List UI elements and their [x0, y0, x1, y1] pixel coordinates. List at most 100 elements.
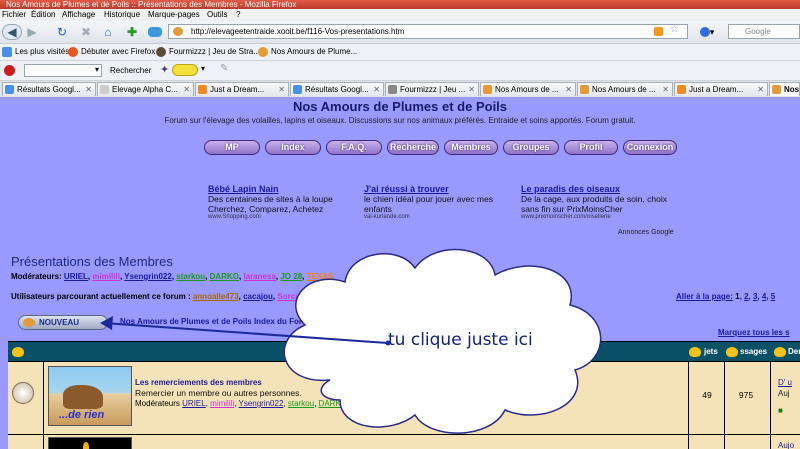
- new-topic-button[interactable]: NOUVEAU: [18, 315, 108, 330]
- ad-url[interactable]: val-kurlande.com: [364, 214, 514, 220]
- tab-google-results-1[interactable]: Résultats Googl... ✕: [2, 82, 96, 96]
- member-link[interactable]: JO 28: [280, 272, 302, 281]
- member-link[interactable]: laranesa: [243, 272, 275, 281]
- nav-index-button[interactable]: Index: [265, 140, 321, 155]
- member-link[interactable]: Ysengrin022: [238, 399, 283, 408]
- page-link[interactable]: 3: [753, 292, 757, 301]
- mark-all-read-link[interactable]: Marquez tous les s: [718, 328, 790, 337]
- ad-block-3[interactable]: Le paradis des oiseaux De la cage, aux p…: [521, 184, 671, 220]
- member-link[interactable]: starkou: [176, 272, 205, 281]
- google-favicon-icon: [5, 85, 14, 94]
- member-link[interactable]: URIEL: [64, 272, 88, 281]
- member-link[interactable]: cacajou: [243, 292, 273, 301]
- bookmark-nos-amours[interactable]: Nos Amours de Plume...: [258, 44, 357, 60]
- member-link[interactable]: URIEL: [182, 399, 206, 408]
- member-link[interactable]: annoalle473: [193, 292, 239, 301]
- nav-profile-button[interactable]: Profil: [564, 140, 618, 155]
- tab-google-results-2[interactable]: Résultats Googl... ✕: [290, 82, 384, 96]
- nav-groups-button[interactable]: Groupes: [503, 140, 559, 155]
- nav-mp-button[interactable]: MP: [204, 140, 260, 155]
- sparkle-icon[interactable]: ✦: [160, 63, 169, 76]
- member-link[interactable]: Sorcière: [277, 292, 309, 301]
- page-link[interactable]: 4: [762, 292, 766, 301]
- page-link[interactable]: 5: [771, 292, 775, 301]
- close-icon[interactable]: ✕: [278, 83, 285, 96]
- close-icon[interactable]: ✕: [183, 83, 190, 96]
- star-icon[interactable]: ☆: [670, 24, 679, 35]
- forum-thumbnail: ...de rien: [48, 366, 132, 426]
- tab-elevage-alpha[interactable]: Elevage Alpha C... ✕: [97, 82, 194, 96]
- ad-title[interactable]: Le paradis des oiseaux: [521, 184, 671, 194]
- search-input[interactable]: Google: [728, 24, 800, 39]
- menu-view[interactable]: Affichage: [62, 9, 95, 21]
- member-link[interactable]: DARK: [319, 399, 341, 408]
- identity-button[interactable]: ▾: [692, 24, 722, 40]
- add-button[interactable]: ✚: [124, 24, 140, 40]
- menu-help[interactable]: ?: [236, 9, 240, 21]
- forum-section-title[interactable]: Présentations des Membres: [11, 254, 173, 269]
- page-link[interactable]: 1: [735, 292, 739, 301]
- ad-title[interactable]: J'ai réussi à trouver: [364, 184, 514, 194]
- member-link[interactable]: mimilili: [210, 399, 234, 408]
- menu-bookmarks[interactable]: Marque-pages: [148, 9, 200, 21]
- site-title[interactable]: Nos Amours de Plumes et de Poils: [0, 99, 800, 114]
- ad-url[interactable]: www.Shopping.com: [208, 214, 358, 220]
- back-button[interactable]: ◀: [2, 24, 22, 40]
- pencil-icon[interactable]: ✎: [220, 63, 228, 74]
- member-link[interactable]: starkou: [288, 399, 314, 408]
- ad-block-2[interactable]: J'ai réussi à trouver le chien idéal pou…: [364, 184, 514, 220]
- menu-edit[interactable]: Édition: [31, 9, 55, 21]
- member-link[interactable]: mimilili: [92, 272, 120, 281]
- rss-icon[interactable]: [654, 27, 663, 36]
- home-button[interactable]: ⌂: [100, 24, 116, 40]
- tab-nos-amours-active[interactable]: Nos: [769, 82, 800, 96]
- ad-block-1[interactable]: Bébé Lapin Nain Des centaines de sites à…: [208, 184, 358, 220]
- close-icon[interactable]: ✕: [565, 83, 572, 96]
- last-post[interactable]: D' u Auj ■: [778, 377, 792, 416]
- member-link[interactable]: Ysengrin022: [124, 272, 172, 281]
- member-link[interactable]: DARKO: [210, 272, 239, 281]
- menu-tools[interactable]: Outils: [207, 9, 227, 21]
- forum-name-link[interactable]: Les remerciements des membres: [135, 378, 262, 387]
- users-label: Utilisateurs parcourant actuellement ce …: [11, 292, 191, 301]
- last-post-arrow[interactable]: ■: [778, 405, 792, 416]
- nav-login-button[interactable]: Connexion: [623, 140, 677, 155]
- reload-button[interactable]: ↻: [54, 24, 70, 40]
- bookmark-getting-started[interactable]: Débuter avec Firefox: [68, 44, 155, 60]
- page-link[interactable]: 2: [744, 292, 748, 301]
- ads-by-google-label[interactable]: Annonces Google: [618, 229, 674, 236]
- ad-url[interactable]: www.prixmoinscher.com/oisellerie: [521, 214, 671, 220]
- nav-search-button[interactable]: Recherche: [387, 140, 439, 155]
- tab-nos-amours-2[interactable]: Nos Amours de ... ✕: [577, 82, 673, 96]
- breadcrumb[interactable]: Nos Amours de Plumes et de Poils Index d…: [120, 317, 324, 326]
- google-favicon-icon: [293, 85, 302, 94]
- chat-button[interactable]: [146, 24, 164, 40]
- tab-nos-amours-1[interactable]: Nos Amours de ... ✕: [480, 82, 576, 96]
- close-icon[interactable]: ✕: [757, 83, 764, 96]
- tab-fourmizzz[interactable]: Fourmizzz | Jeu ... ✕: [385, 82, 479, 96]
- nav-members-button[interactable]: Membres: [444, 140, 498, 155]
- close-icon[interactable]: ✕: [468, 83, 475, 96]
- menu-history[interactable]: Historique: [104, 9, 140, 21]
- menu-file[interactable]: Fichier: [2, 9, 26, 21]
- last-post-author[interactable]: D' u: [778, 377, 792, 388]
- close-icon[interactable]: ✕: [85, 83, 92, 96]
- tab-just-a-dream-1[interactable]: Just a Dream... ✕: [195, 82, 289, 96]
- bookmarks-bar: Les plus visités Débuter avec Firefox Fo…: [0, 44, 800, 61]
- bookmark-fourmizzz[interactable]: Fourmizzz | Jeu de Stra...: [156, 44, 260, 60]
- close-icon[interactable]: ✕: [662, 83, 669, 96]
- url-bar[interactable]: http://elevageetentraide.xooit.be/f116-V…: [168, 24, 688, 39]
- toolbar-search-input[interactable]: ▾: [24, 64, 102, 77]
- ad-title[interactable]: Bébé Lapin Nain: [208, 184, 358, 194]
- forward-button[interactable]: ▶: [24, 24, 40, 40]
- bookmark-most-visited[interactable]: Les plus visités: [2, 44, 69, 60]
- chevron-down-icon[interactable]: ▾: [201, 64, 205, 73]
- smiley-icon[interactable]: [172, 64, 198, 76]
- forum-folder-icon: [12, 382, 34, 404]
- tab-just-a-dream-2[interactable]: Just a Dream... ✕: [674, 82, 768, 96]
- nav-faq-button[interactable]: F.A.Q.: [326, 140, 382, 155]
- member-link[interactable]: TEXAS: [307, 272, 334, 281]
- close-icon[interactable]: ✕: [373, 83, 380, 96]
- toolbar-search-button[interactable]: Rechercher: [110, 61, 151, 80]
- stop-button[interactable]: ✖: [78, 24, 94, 40]
